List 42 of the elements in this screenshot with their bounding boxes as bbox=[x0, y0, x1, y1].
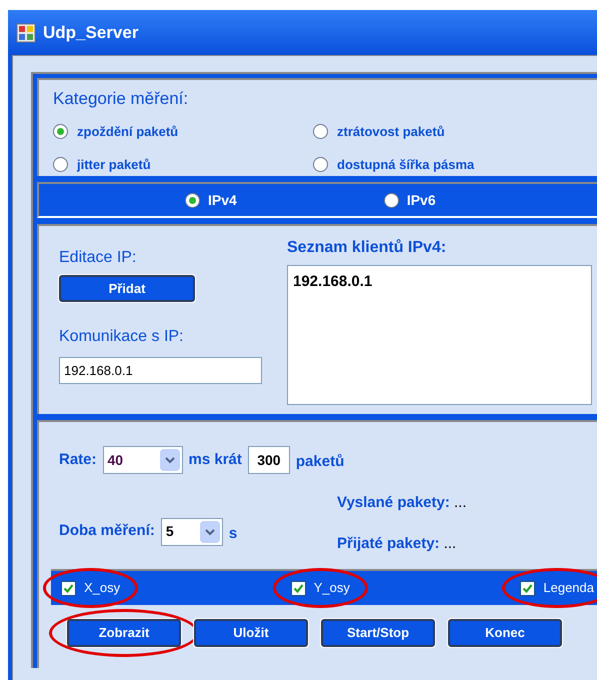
edit-ip-label: Editace IP: bbox=[59, 248, 138, 268]
app-icon bbox=[16, 22, 36, 42]
radio-label[interactable]: IPv6 bbox=[406, 190, 436, 210]
checkbox-label[interactable]: Y_osy bbox=[314, 578, 350, 598]
radio-label[interactable]: zpoždění paketů bbox=[77, 122, 178, 141]
duration-dropdown[interactable]: 5 bbox=[160, 518, 223, 546]
radio-button[interactable] bbox=[313, 157, 328, 172]
checkbox[interactable] bbox=[61, 580, 76, 596]
action-button[interactable]: Konec bbox=[448, 619, 562, 647]
radio-button[interactable] bbox=[384, 192, 399, 208]
checkbox-label[interactable]: Legenda bbox=[543, 578, 594, 598]
duration-unit: s bbox=[228, 524, 238, 544]
radio-label[interactable]: dostupná šířka pásma bbox=[337, 155, 474, 174]
packet-count-field[interactable]: 300 bbox=[248, 446, 290, 474]
radio-label[interactable]: IPv4 bbox=[208, 190, 237, 210]
checkbox[interactable] bbox=[290, 580, 306, 596]
communication-ip-label: Komunikace s IP: bbox=[59, 327, 184, 347]
duration-label: Doba měření: bbox=[59, 521, 155, 542]
rate-unit: ms krát bbox=[188, 450, 242, 470]
category-label: Kategorie měření: bbox=[53, 88, 190, 110]
add-button[interactable]: Přidat bbox=[59, 275, 195, 302]
action-button[interactable]: Uložit bbox=[194, 619, 308, 647]
client-list[interactable]: 192.168.0.1 bbox=[287, 265, 592, 405]
radio-button[interactable] bbox=[53, 124, 68, 139]
checkbox-label[interactable]: X_osy bbox=[84, 578, 120, 598]
ip-input-field[interactable]: 192.168.0.1 bbox=[59, 357, 262, 384]
action-button[interactable]: Zobrazit bbox=[67, 619, 181, 647]
checkbox[interactable] bbox=[520, 580, 536, 596]
radio-button[interactable] bbox=[313, 124, 328, 139]
radio-button[interactable] bbox=[53, 157, 68, 172]
window-title: Udp_Server bbox=[43, 22, 138, 44]
received-packets-label: Přijaté pakety: ... bbox=[337, 534, 458, 554]
radio-button[interactable] bbox=[185, 192, 200, 208]
radio-label[interactable]: jitter paketů bbox=[77, 155, 151, 174]
rate-label: Rate: bbox=[59, 450, 97, 470]
radio-label[interactable]: ztrátovost paketů bbox=[337, 122, 445, 141]
action-button[interactable]: Start/Stop bbox=[321, 619, 435, 647]
rate-dropdown[interactable]: 40 bbox=[102, 446, 183, 474]
sent-packets-label: Vyslané pakety: ... bbox=[337, 493, 467, 513]
client-list-label: Seznam klientů IPv4: bbox=[287, 238, 448, 258]
client-list-item[interactable]: 192.168.0.1 bbox=[293, 271, 591, 294]
packet-unit: paketů bbox=[296, 452, 344, 472]
